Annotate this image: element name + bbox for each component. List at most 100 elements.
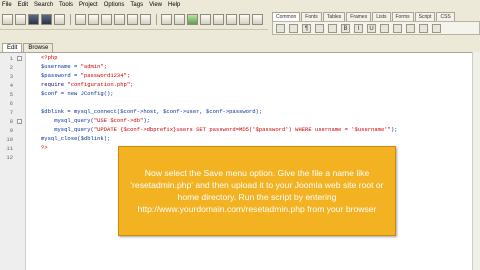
toolbar-separator — [70, 14, 72, 25]
italic-icon[interactable]: I — [354, 23, 363, 33]
code-string: "password1234"; — [80, 72, 131, 79]
fold-toggle-icon[interactable]: - — [17, 119, 22, 124]
tab-fonts[interactable]: Fonts — [301, 12, 322, 21]
menu-search[interactable]: Search — [34, 2, 53, 8]
check-icon[interactable] — [200, 14, 211, 25]
toolbar-separator — [156, 14, 158, 25]
open-folder-icon[interactable] — [15, 14, 26, 25]
code-token: ); — [143, 117, 150, 124]
close-file-icon[interactable] — [54, 14, 65, 25]
paragraph-icon[interactable]: ¶ — [302, 23, 311, 33]
paste-icon[interactable] — [114, 14, 125, 25]
line-number: 9 — [9, 127, 13, 134]
code-line: require "configuration.php"; — [41, 81, 133, 90]
tab-lists[interactable]: Lists — [372, 12, 391, 21]
code-text[interactable]: <?php $username = "admin"; $password = "… — [41, 53, 471, 151]
menu-help[interactable]: Help — [168, 2, 180, 8]
code-token: ); — [390, 126, 398, 133]
code-line: $password = "password1234"; — [41, 72, 130, 81]
tag-palette-tabs: Common Fonts Tables Frames Lists Forms S… — [272, 12, 480, 21]
menu-project[interactable]: Project — [79, 2, 98, 8]
line-number: 5 — [9, 91, 13, 98]
line-number: 1 — [9, 55, 13, 62]
copy-icon[interactable] — [101, 14, 112, 25]
bookmark-icon[interactable] — [213, 14, 224, 25]
line-number: 10 — [6, 136, 13, 143]
line-number: 7 — [9, 109, 13, 116]
instruction-callout: Now select the Save menu option. Give th… — [118, 146, 396, 236]
vertical-scrollbar[interactable] — [472, 52, 480, 270]
new-file-icon[interactable] — [2, 14, 13, 25]
image-insert-icon[interactable] — [432, 23, 441, 33]
run-icon[interactable] — [187, 14, 198, 25]
menu-bar: File Edit Search Tools Project Options T… — [0, 0, 480, 10]
code-line: mysql_query("USE $conf->db"); — [41, 117, 150, 126]
help-icon[interactable] — [252, 14, 263, 25]
line-gutter: 1 2 3 4 5 6 7 8 9 10 11 12 - - — [0, 53, 26, 270]
code-token: $username = — [41, 63, 81, 70]
page-icon[interactable] — [276, 23, 285, 33]
cut-icon[interactable] — [88, 14, 99, 25]
align-center-icon[interactable] — [393, 23, 402, 33]
menu-view[interactable]: View — [149, 2, 162, 8]
line-number: 2 — [9, 64, 13, 71]
find-icon[interactable] — [127, 14, 138, 25]
tab-css[interactable]: CSS — [436, 12, 455, 21]
code-line: <?php — [41, 54, 58, 61]
align-right-icon[interactable] — [406, 23, 415, 33]
tab-common[interactable]: Common — [272, 12, 301, 21]
save-all-icon[interactable] — [41, 14, 52, 25]
tab-frames[interactable]: Frames — [346, 12, 372, 21]
main-toolbar — [0, 10, 268, 30]
save-icon[interactable] — [28, 14, 39, 25]
code-token: $password = — [41, 72, 81, 79]
tab-edit[interactable]: Edit — [2, 43, 23, 52]
editor-window: File Edit Search Tools Project Options T… — [0, 0, 480, 270]
tag-palette-toolbar: ¶ B I U — [272, 21, 480, 35]
undo-icon[interactable] — [161, 14, 172, 25]
menu-options[interactable]: Options — [104, 2, 125, 8]
color-icon[interactable] — [289, 23, 298, 33]
settings-icon[interactable] — [239, 14, 250, 25]
menu-file[interactable]: File — [2, 2, 12, 8]
line-number: 6 — [9, 100, 13, 107]
tab-browse[interactable]: Browse — [23, 43, 54, 52]
code-string: "UPDATE {$conf->dbprefix}users SET passw… — [93, 126, 391, 133]
code-string: "admin"; — [80, 63, 108, 70]
editor-tabs: Edit Browse — [0, 40, 480, 52]
underline-icon[interactable]: U — [367, 23, 376, 33]
line-number: 11 — [6, 145, 13, 152]
line-number: 4 — [9, 82, 13, 89]
line-number: 8 — [9, 118, 13, 125]
bold-icon[interactable]: B — [341, 23, 350, 33]
fold-toggle-icon[interactable]: - — [17, 56, 22, 61]
code-string: "USE $conf->db" — [93, 117, 144, 124]
tab-script[interactable]: Script — [414, 12, 436, 21]
line-number: 3 — [9, 73, 13, 80]
align-left-icon[interactable] — [380, 23, 389, 33]
print-icon[interactable] — [75, 14, 86, 25]
menu-edit[interactable]: Edit — [18, 2, 28, 8]
code-line: ?> — [41, 144, 48, 151]
code-token: require — [41, 81, 68, 88]
tab-tables[interactable]: Tables — [322, 12, 346, 21]
replace-icon[interactable] — [140, 14, 151, 25]
redo-icon[interactable] — [174, 14, 185, 25]
image-icon[interactable] — [226, 14, 237, 25]
line-number: 12 — [6, 154, 13, 161]
code-string: "configuration.php"; — [67, 81, 134, 88]
code-line: mysql_query("UPDATE {$conf->dbprefix}use… — [41, 126, 397, 135]
code-line: mysql_close($dblink); — [41, 135, 111, 142]
code-line: $dblink = mysql_connect($conf->host, $co… — [41, 108, 263, 115]
link-icon[interactable] — [419, 23, 428, 33]
code-token: mysql_query( — [41, 117, 94, 124]
code-token: mysql_query( — [41, 126, 94, 133]
nbsp-icon[interactable] — [328, 23, 337, 33]
menu-tags[interactable]: Tags — [130, 2, 143, 8]
instruction-text: Now select the Save menu option. Give th… — [130, 168, 384, 214]
tab-forms[interactable]: Forms — [391, 12, 414, 21]
break-icon[interactable] — [315, 23, 324, 33]
code-line: $username = "admin"; — [41, 63, 107, 72]
menu-tools[interactable]: Tools — [59, 2, 73, 8]
code-line: $conf = new JConfig(); — [41, 90, 114, 97]
